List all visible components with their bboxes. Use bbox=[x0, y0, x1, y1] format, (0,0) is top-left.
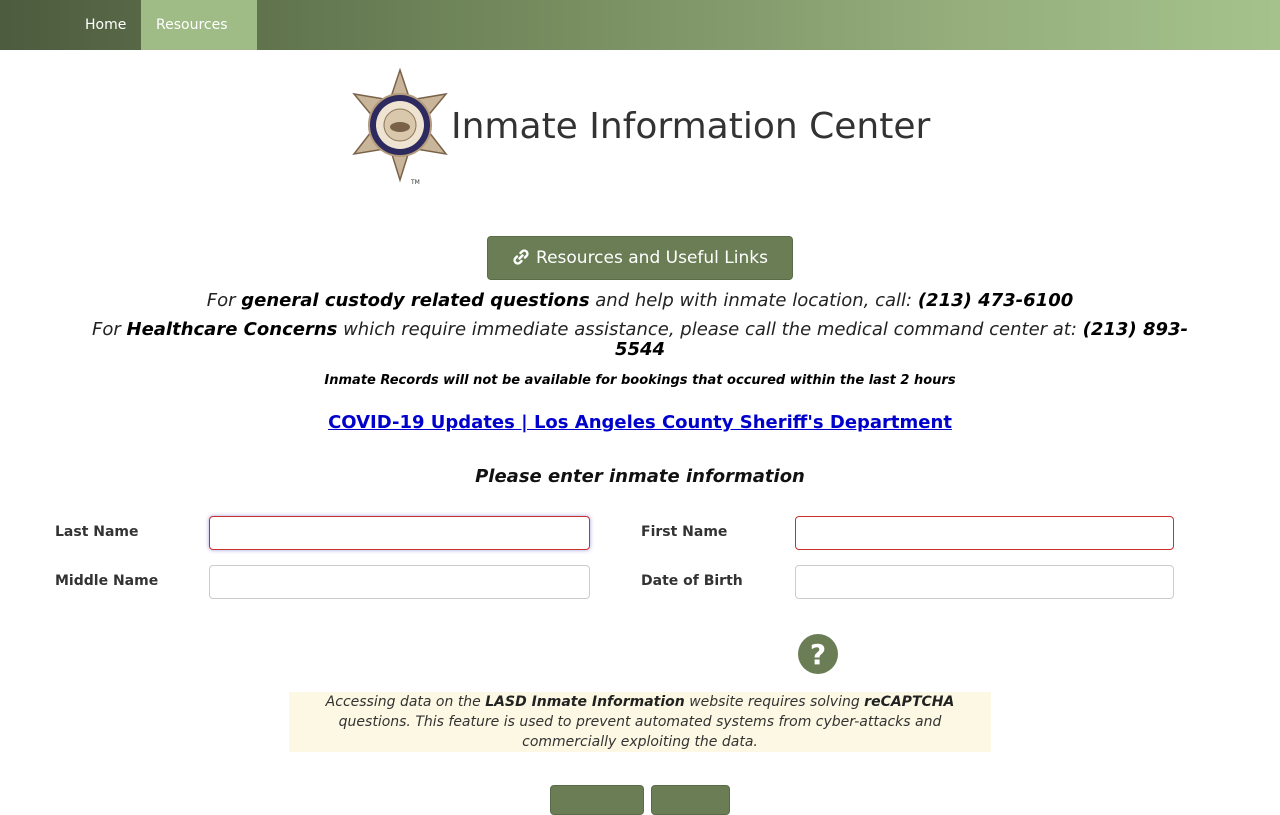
resources-links-label: Resources and Useful Links bbox=[536, 248, 768, 268]
nav-home-link[interactable]: Home bbox=[70, 0, 141, 50]
middle-name-label: Middle Name bbox=[55, 573, 159, 589]
healthcare-info-line: For Healthcare Concerns which require im… bbox=[90, 320, 1190, 360]
custody-phone: (213) 473-6100 bbox=[917, 290, 1074, 311]
link-icon bbox=[513, 249, 529, 265]
recaptcha-text-3: questions. This feature is used to preve… bbox=[338, 714, 942, 750]
search-button[interactable] bbox=[550, 785, 644, 815]
svg-text:?: ? bbox=[810, 638, 826, 671]
form-heading: Please enter inmate information bbox=[475, 466, 805, 487]
svg-text:TM: TM bbox=[410, 179, 420, 186]
recaptcha-emphasis-1: LASD Inmate Information bbox=[485, 694, 685, 710]
nav-resources-dropdown[interactable]: Resources bbox=[141, 0, 257, 77]
first-name-input[interactable] bbox=[795, 516, 1174, 550]
recaptcha-text-1: Accessing data on the bbox=[325, 694, 486, 710]
last-name-label: Last Name bbox=[55, 524, 139, 540]
caret-down-icon bbox=[160, 73, 168, 77]
records-notice: Inmate Records will not be available for… bbox=[324, 373, 956, 388]
date-of-birth-input[interactable] bbox=[795, 565, 1174, 599]
nav-resources-label: Resources bbox=[156, 17, 228, 33]
recaptcha-emphasis-2: reCAPTCHA bbox=[864, 694, 955, 710]
custody-info-prefix: For bbox=[206, 290, 242, 311]
page-title: Inmate Information Center bbox=[451, 106, 931, 147]
clear-button[interactable] bbox=[651, 785, 730, 815]
resources-links-button[interactable]: Resources and Useful Links bbox=[487, 236, 793, 280]
healthcare-info-emphasis: Healthcare Concerns bbox=[126, 319, 338, 340]
sheriff-star-badge-icon: TM bbox=[352, 68, 448, 186]
question-mark-icon[interactable]: ? bbox=[797, 633, 839, 675]
middle-name-input[interactable] bbox=[209, 565, 590, 599]
recaptcha-notice: Accessing data on the LASD Inmate Inform… bbox=[289, 692, 991, 752]
last-name-input[interactable] bbox=[209, 516, 590, 550]
healthcare-info-text: which require immediate assistance, plea… bbox=[337, 319, 1083, 340]
recaptcha-text-2: website requires solving bbox=[684, 694, 865, 710]
healthcare-info-prefix: For bbox=[92, 319, 127, 340]
covid-updates-link[interactable]: COVID-19 Updates | Los Angeles County Sh… bbox=[0, 412, 1280, 433]
top-navbar: Home Resources bbox=[0, 0, 1280, 77]
custody-info-text: and help with inmate location, call: bbox=[589, 290, 918, 311]
custody-info-line: For general custody related questions an… bbox=[0, 290, 1280, 311]
first-name-label: First Name bbox=[641, 524, 728, 540]
custody-info-emphasis: general custody related questions bbox=[241, 290, 590, 311]
date-of-birth-label: Date of Birth bbox=[641, 573, 743, 589]
